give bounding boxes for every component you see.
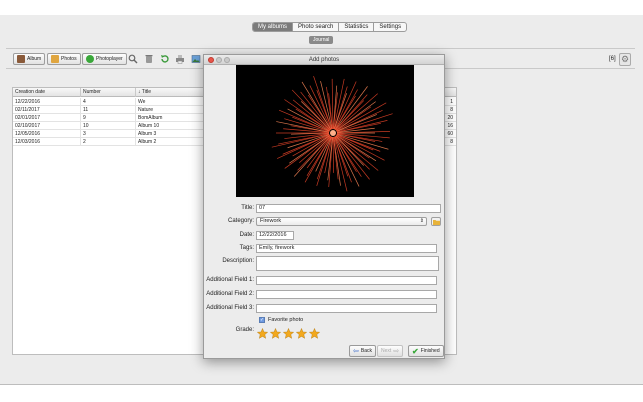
date-input[interactable]: 12/22/2016 <box>256 231 294 240</box>
cell-number: 9 <box>81 114 136 122</box>
star-icon[interactable] <box>309 328 320 339</box>
album-button[interactable]: Album <box>13 53 46 65</box>
firework-image <box>271 75 393 192</box>
add-photos-dialog: Add photos Title: 07 Category: Firework … <box>203 54 445 359</box>
category-select-value: Firework <box>260 218 282 224</box>
tags-input[interactable]: Emily, firework <box>256 244 437 253</box>
refresh-icon[interactable] <box>159 53 171 65</box>
journal-button[interactable]: Journal <box>309 36 334 44</box>
back-button-label: Back <box>360 348 372 354</box>
cell-number: 3 <box>81 130 136 138</box>
cell-number: 10 <box>81 122 136 130</box>
tab-my-albums[interactable]: My albums <box>253 23 294 31</box>
tab-settings[interactable]: Settings <box>374 23 406 31</box>
date-label: Date: <box>239 232 254 238</box>
dialog-title: Add photos <box>308 57 340 63</box>
photoplayer-button[interactable]: Photoplayer <box>82 53 127 65</box>
additional-field-1-input[interactable] <box>256 276 437 285</box>
photo-preview <box>236 65 414 197</box>
column-number[interactable]: Number <box>81 88 136 97</box>
next-arrow-icon: ⇨ <box>393 348 400 355</box>
back-button[interactable]: ⇦ Back <box>349 345 376 357</box>
tab-statistics[interactable]: Statistics <box>339 23 375 31</box>
album-count: [6] <box>609 56 616 62</box>
print-icon[interactable] <box>174 53 186 65</box>
additional-field-3-input[interactable] <box>256 304 437 313</box>
finished-button-label: Finished <box>420 348 440 354</box>
cell-title: Album 2 <box>138 139 157 145</box>
checkmark-icon: ✓ <box>259 317 265 323</box>
cell-title: Album 10 <box>138 123 160 129</box>
cell-title: Album 3 <box>138 131 157 137</box>
column-title[interactable]: ↓ Title <box>136 88 206 97</box>
photoplayer-button-label: Photoplayer <box>96 56 123 62</box>
photos-button-label: Photos <box>61 56 77 62</box>
folder-icon[interactable] <box>431 217 441 226</box>
tab-photo-search[interactable]: Photo search <box>293 23 340 31</box>
title-input[interactable]: 07 <box>256 204 441 213</box>
category-select[interactable]: Firework ⇕ <box>256 217 427 226</box>
play-icon <box>86 55 94 63</box>
trash-icon[interactable] <box>143 53 155 65</box>
gear-icon[interactable]: ⚙ <box>619 53 631 66</box>
dialog-titlebar[interactable]: Add photos <box>204 55 444 65</box>
search-icon[interactable] <box>127 53 139 65</box>
select-arrows-icon: ⇕ <box>419 218 424 224</box>
star-icon[interactable] <box>257 328 268 339</box>
album-icon <box>17 55 25 63</box>
cell-date: 02/01/2017 <box>13 114 81 122</box>
back-arrow-icon: ⇦ <box>353 348 359 355</box>
cell-title: We <box>138 99 146 105</box>
image-icon[interactable] <box>190 53 202 65</box>
cell-title: Nature <box>138 107 154 113</box>
title-label: Title: <box>241 205 254 211</box>
next-button-label: Next <box>381 348 392 354</box>
album-button-label: Album <box>27 56 42 62</box>
cell-date: 12/03/2016 <box>13 138 81 146</box>
main-tabs: My albums Photo search Statistics Settin… <box>252 22 408 32</box>
checkmark-icon: ✔ <box>412 346 419 356</box>
cell-date: 02/11/2017 <box>13 106 81 114</box>
cell-date: 02/10/2017 <box>13 122 81 130</box>
additional-field-2-label: Additional Field 2: <box>206 291 254 297</box>
star-icon[interactable] <box>296 328 307 339</box>
column-creation-date[interactable]: Creation date <box>13 88 81 97</box>
star-icon[interactable] <box>270 328 281 339</box>
additional-field-3-label: Additional Field 3: <box>206 305 254 311</box>
photos-icon <box>51 55 59 63</box>
cell-date: 12/05/2016 <box>13 130 81 138</box>
description-input[interactable] <box>256 256 439 271</box>
description-label: Description: <box>222 258 254 264</box>
additional-field-1-label: Additional Field 1: <box>206 277 254 283</box>
favorite-label: Favorite photo <box>268 317 304 323</box>
additional-field-2-input[interactable] <box>256 290 437 299</box>
next-button[interactable]: Next ⇨ <box>377 345 404 357</box>
cell-number: 2 <box>81 138 136 146</box>
finished-button[interactable]: ✔ Finished <box>408 345 444 357</box>
divider <box>6 48 635 49</box>
cell-number: 4 <box>81 98 136 106</box>
favorite-checkbox[interactable]: ✓ Favorite photo <box>259 317 303 323</box>
star-icon[interactable] <box>283 328 294 339</box>
photos-button[interactable]: Photos <box>47 53 81 65</box>
cell-number: 11 <box>81 106 136 114</box>
cell-title: BomAlbum <box>138 115 163 121</box>
tags-label: Tags: <box>239 245 254 251</box>
category-label: Category: <box>227 218 254 224</box>
grade-stars[interactable] <box>257 328 320 339</box>
cell-date: 12/22/2016 <box>13 98 81 106</box>
grade-label: Grade: <box>235 327 254 333</box>
